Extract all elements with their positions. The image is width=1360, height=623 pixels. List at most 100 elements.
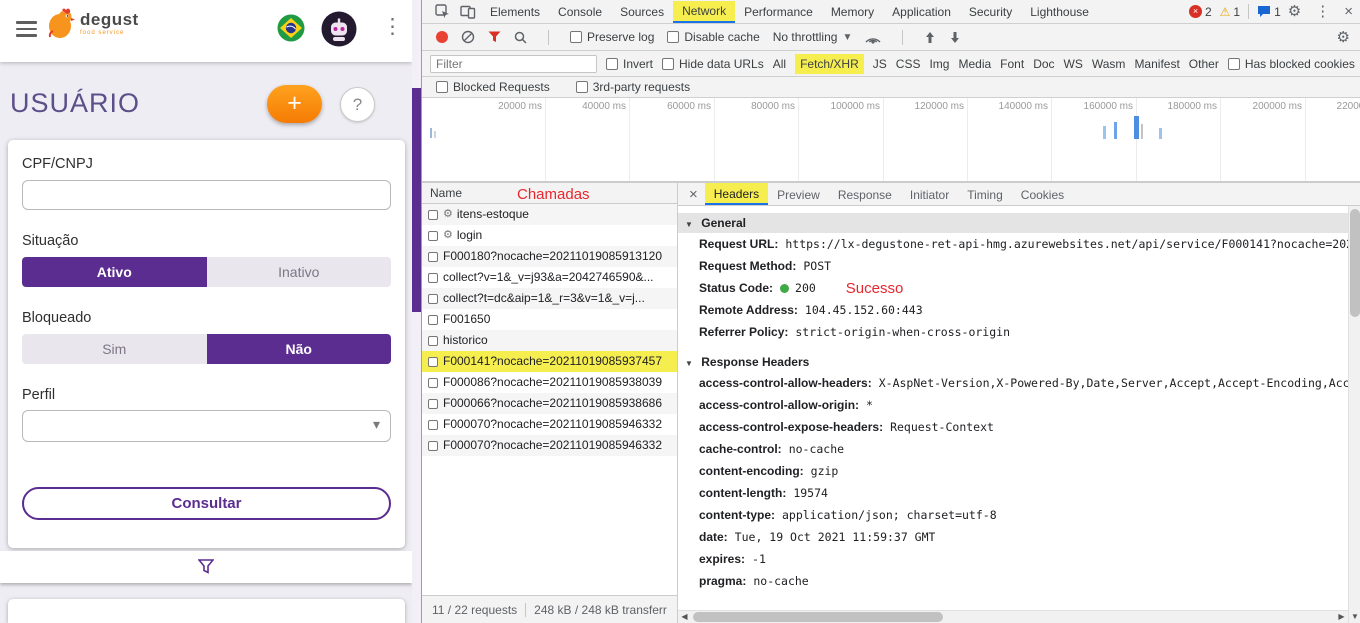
name-column-header[interactable]: Name [430,186,462,200]
network-settings-gear-icon[interactable]: ⚙ [1337,30,1350,45]
horizontal-scrollbar-thumb[interactable] [693,612,943,622]
preserve-log-checkbox[interactable]: Preserve log [570,30,654,44]
request-checkbox[interactable] [428,335,438,346]
response-headers-section-header[interactable]: ▼ Response Headers [678,352,1348,372]
throttling-dropdown[interactable]: No throttling ▼ [773,30,853,44]
tab-memory[interactable]: Memory [822,2,883,22]
clear-icon[interactable] [461,30,475,44]
has-blocked-cookies-checkbox[interactable]: Has blocked cookies [1227,57,1355,71]
add-user-button[interactable]: + [267,85,322,123]
network-overview-timeline[interactable]: 20000 ms 40000 ms 60000 ms 80000 ms 1000… [422,98,1360,182]
disable-cache-checkbox[interactable]: Disable cache [667,30,760,44]
filter-input[interactable] [430,54,597,73]
tab-network[interactable]: Network [673,0,736,23]
brazil-flag-icon[interactable] [277,14,305,47]
page-scrollbar[interactable] [412,0,421,623]
third-party-checkbox[interactable]: 3rd-party requests [575,80,690,94]
export-har-icon[interactable] [949,31,961,44]
checkbox[interactable] [667,31,680,43]
tab-timing[interactable]: Timing [958,184,1012,204]
tab-security[interactable]: Security [960,2,1021,22]
tab-sources[interactable]: Sources [611,2,673,22]
request-checkbox[interactable] [428,314,438,325]
general-section-header[interactable]: ▼ General [678,213,1348,233]
bloqueado-option-nao[interactable]: Não [206,334,391,364]
checkbox[interactable] [575,81,588,93]
checkbox[interactable] [606,57,618,70]
type-filter-doc[interactable]: Doc [1033,57,1054,71]
type-filter-font[interactable]: Font [1000,57,1024,71]
app-kebab-menu-icon[interactable]: ⋮ [382,14,403,39]
tab-elements[interactable]: Elements [481,2,549,22]
request-row[interactable]: F000070?nocache=20211019085946332 [422,414,677,435]
request-checkbox[interactable] [428,230,438,241]
import-har-icon[interactable] [924,31,936,44]
funnel-icon[interactable] [198,559,214,574]
request-row[interactable]: collect?t=dc&aip=1&_r=3&v=1&_v=j... [422,288,677,309]
request-row[interactable]: collect?v=1&_v=j93&a=2042746590&... [422,267,677,288]
request-checkbox[interactable] [428,209,438,220]
network-conditions-icon[interactable] [865,31,881,44]
request-checkbox[interactable] [428,440,438,451]
checkbox[interactable] [1227,57,1240,70]
warning-triangle-icon[interactable]: ⚠ [1220,5,1231,19]
scroll-left-arrow[interactable]: ◀ [678,611,691,623]
tab-response[interactable]: Response [829,184,901,204]
record-button[interactable] [436,31,448,43]
help-button[interactable]: ? [340,87,375,122]
request-checkbox[interactable] [428,377,438,388]
scroll-down-arrow[interactable]: ▼ [1349,610,1360,623]
filter-funnel-icon[interactable] [488,31,501,43]
disclosure-triangle-icon[interactable]: ▼ [685,359,693,368]
inspect-element-icon[interactable] [435,4,450,19]
request-row-selected[interactable]: F000141?nocache=20211019085937457 [422,351,677,372]
request-checkbox[interactable] [428,272,438,283]
devtools-kebab-menu-icon[interactable]: ⋮ [1315,4,1330,19]
request-checkbox[interactable] [428,293,438,304]
page-scrollbar-thumb[interactable] [412,88,421,312]
close-detail-icon[interactable]: × [682,186,705,203]
tab-performance[interactable]: Performance [735,2,822,22]
request-checkbox[interactable] [428,356,438,367]
issues-bubble-icon[interactable] [1257,5,1271,18]
tab-initiator[interactable]: Initiator [901,184,958,204]
tab-preview[interactable]: Preview [768,184,829,204]
type-filter-all[interactable]: All [773,57,786,71]
tab-lighthouse[interactable]: Lighthouse [1021,2,1098,22]
request-row[interactable]: F000180?nocache=20211019085913120 [422,246,677,267]
search-icon[interactable] [514,31,527,44]
tab-console[interactable]: Console [549,2,611,22]
perfil-select[interactable]: ▾ [22,410,391,442]
type-filter-fetch-xhr[interactable]: Fetch/XHR [795,53,864,74]
situacao-option-ativo[interactable]: Ativo [22,257,207,287]
error-badge-icon[interactable]: × [1188,5,1202,18]
request-row[interactable]: F000070?nocache=20211019085946332 [422,435,677,456]
blocked-requests-checkbox[interactable]: Blocked Requests [436,80,550,94]
horizontal-scrollbar[interactable]: ◀ ▶ [678,610,1348,623]
tab-cookies[interactable]: Cookies [1012,184,1073,204]
devtools-settings-gear-icon[interactable]: ⚙ [1288,4,1301,19]
type-filter-js[interactable]: JS [873,57,887,71]
cpf-input[interactable] [22,180,391,210]
consultar-button[interactable]: Consultar [22,487,391,520]
request-checkbox[interactable] [428,398,438,409]
vertical-scrollbar-thumb[interactable] [1350,209,1360,317]
checkbox[interactable] [570,31,582,43]
request-checkbox[interactable] [428,419,438,430]
request-row[interactable]: F000066?nocache=20211019085938686 [422,393,677,414]
bloqueado-option-sim[interactable]: Sim [22,334,207,364]
type-filter-css[interactable]: CSS [896,57,921,71]
devtools-close-icon[interactable]: × [1344,4,1353,19]
situacao-option-inativo[interactable]: Inativo [206,257,391,287]
type-filter-ws[interactable]: WS [1064,57,1083,71]
device-toolbar-icon[interactable] [460,5,476,19]
hamburger-menu-icon[interactable] [16,21,37,37]
type-filter-wasm[interactable]: Wasm [1092,57,1126,71]
vertical-scrollbar[interactable]: ▼ [1348,206,1360,623]
request-list-header[interactable]: Name Chamadas [422,182,677,204]
invert-checkbox[interactable]: Invert [606,57,653,71]
request-row[interactable]: ⚙ login [422,225,677,246]
request-row[interactable]: ⚙ itens-estoque [422,204,677,225]
tab-application[interactable]: Application [883,2,960,22]
request-row[interactable]: F000086?nocache=20211019085938039 [422,372,677,393]
